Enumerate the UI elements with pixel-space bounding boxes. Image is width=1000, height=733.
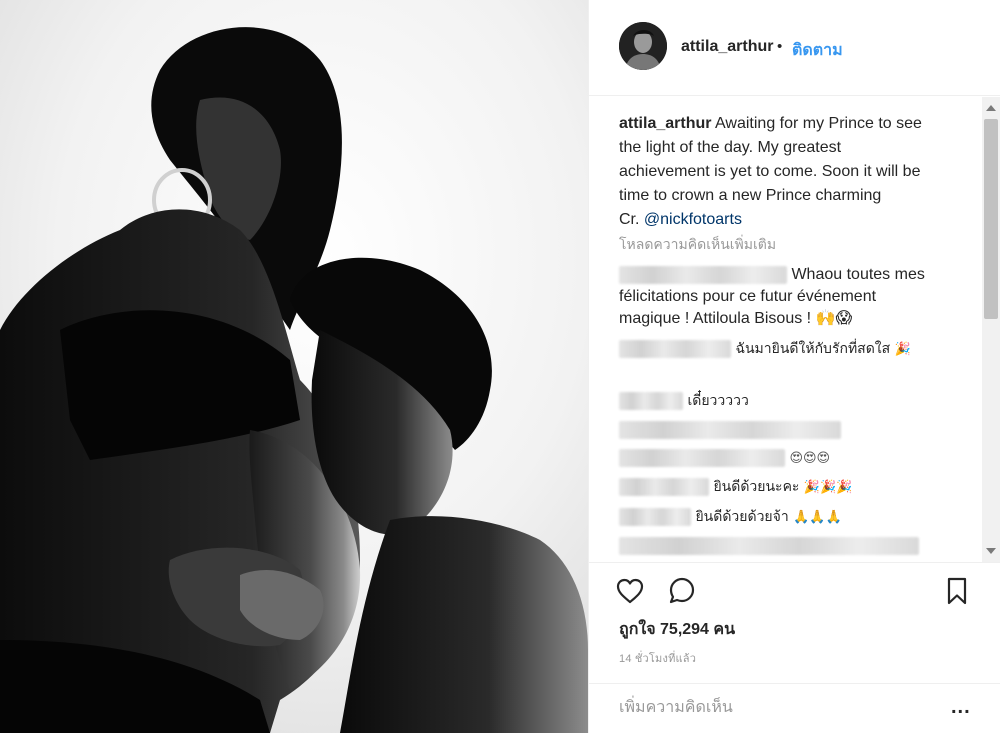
post-timestamp[interactable]: 14 ชั่วโมงที่แล้ว xyxy=(619,649,696,667)
comment-text: เดี๋ยววววว xyxy=(687,392,749,408)
pray-emoji: 🙏🙏🙏 xyxy=(793,510,842,525)
caption-credit: Cr. xyxy=(619,211,644,228)
comments-scrollbar[interactable] xyxy=(982,97,1000,562)
comment-text: ยินดีด้วยนะคะ xyxy=(713,478,800,494)
likes-count[interactable]: ถูกใจ 75,294 คน xyxy=(619,617,735,642)
blurred-username[interactable] xyxy=(619,391,683,410)
bookmark-icon[interactable] xyxy=(941,575,973,607)
comment-item xyxy=(619,535,919,557)
comment-text: magique ! Attiloula Bisous ! 🙌😱 xyxy=(619,310,853,327)
add-comment-bar: ... xyxy=(589,683,1000,733)
avatar-portrait-icon xyxy=(619,22,667,70)
comment-item: ฉันมายินดีให้กับรักที่สดใส 🎉 xyxy=(619,337,911,361)
maternity-photo-illustration xyxy=(0,0,588,733)
comment-item: เดี๋ยววววว xyxy=(619,389,749,412)
blurred-username[interactable] xyxy=(619,477,709,496)
heart-icon[interactable] xyxy=(614,575,646,607)
caption-text-line-4: time to crown a new Prince charming xyxy=(619,187,882,204)
comment-item: ยินดีด้วยด้วยจ้า 🙏🙏🙏 xyxy=(619,505,842,529)
comment-item: Whaou toutes mes félicitations pour ce f… xyxy=(619,264,959,330)
likes-prefix: ถูกใจ xyxy=(619,621,656,638)
load-more-comments-link[interactable]: โหลดความคิดเห็นเพิ่มเติม xyxy=(619,234,776,256)
scroll-up-arrow-icon[interactable] xyxy=(986,105,996,111)
comment-text: Whaou toutes mes xyxy=(791,266,925,283)
likes-number: 75,294 xyxy=(660,621,709,638)
caption-mention-link[interactable]: @nickfotoarts xyxy=(644,211,742,228)
blurred-username[interactable] xyxy=(619,265,787,284)
add-comment-input[interactable] xyxy=(619,694,939,722)
blurred-comment[interactable] xyxy=(619,420,841,439)
comment-text: ยินดีด้วยด้วยจ้า xyxy=(695,508,789,524)
post-actions: ถูกใจ 75,294 คน 14 ชั่วโมงที่แล้ว xyxy=(589,562,1000,682)
party-emoji: 🎉 xyxy=(894,342,911,357)
comment-item: 😍😍😍 xyxy=(619,447,830,470)
caption-text-line-1: Awaiting for my Prince to see xyxy=(715,115,922,132)
scroll-down-arrow-icon[interactable] xyxy=(986,548,996,554)
comment-icon[interactable] xyxy=(666,575,698,607)
blurred-comment[interactable] xyxy=(619,536,919,555)
post-caption: attila_arthur Awaiting for my Prince to … xyxy=(619,112,959,232)
separator-dot: • xyxy=(777,38,783,55)
blurred-username[interactable] xyxy=(619,339,731,358)
post-photo[interactable] xyxy=(0,0,588,733)
blurred-comment[interactable] xyxy=(619,448,785,467)
heart-eyes-emoji: 😍😍😍 xyxy=(789,451,831,466)
comments-list[interactable]: attila_arthur Awaiting for my Prince to … xyxy=(589,97,1000,562)
comment-text: ฉันมายินดีให้กับรักที่สดใส xyxy=(735,340,891,356)
comment-item: ยินดีด้วยนะคะ 🎉🎉🎉 xyxy=(619,475,852,499)
avatar[interactable] xyxy=(619,22,667,70)
post-details-panel: attila_arthur • ติดตาม attila_arthur Awa… xyxy=(588,0,1000,733)
caption-text-line-2: the light of the day. My greatest xyxy=(619,139,842,156)
comment-item xyxy=(619,419,841,441)
party-emoji: 🎉🎉🎉 xyxy=(803,480,853,495)
more-options-button[interactable]: ... xyxy=(951,696,971,719)
caption-text-line-3: achievement is yet to come. Soon it will… xyxy=(619,163,921,180)
likes-suffix: คน xyxy=(713,621,736,638)
blurred-username[interactable] xyxy=(619,507,691,526)
post-header: attila_arthur • ติดตาม xyxy=(589,0,1000,96)
scrollbar-thumb[interactable] xyxy=(984,119,998,319)
comment-text: félicitations pour ce futur événement xyxy=(619,288,877,305)
header-username[interactable]: attila_arthur xyxy=(681,38,773,56)
caption-username[interactable]: attila_arthur xyxy=(619,115,711,132)
follow-button[interactable]: ติดตาม xyxy=(792,38,843,63)
